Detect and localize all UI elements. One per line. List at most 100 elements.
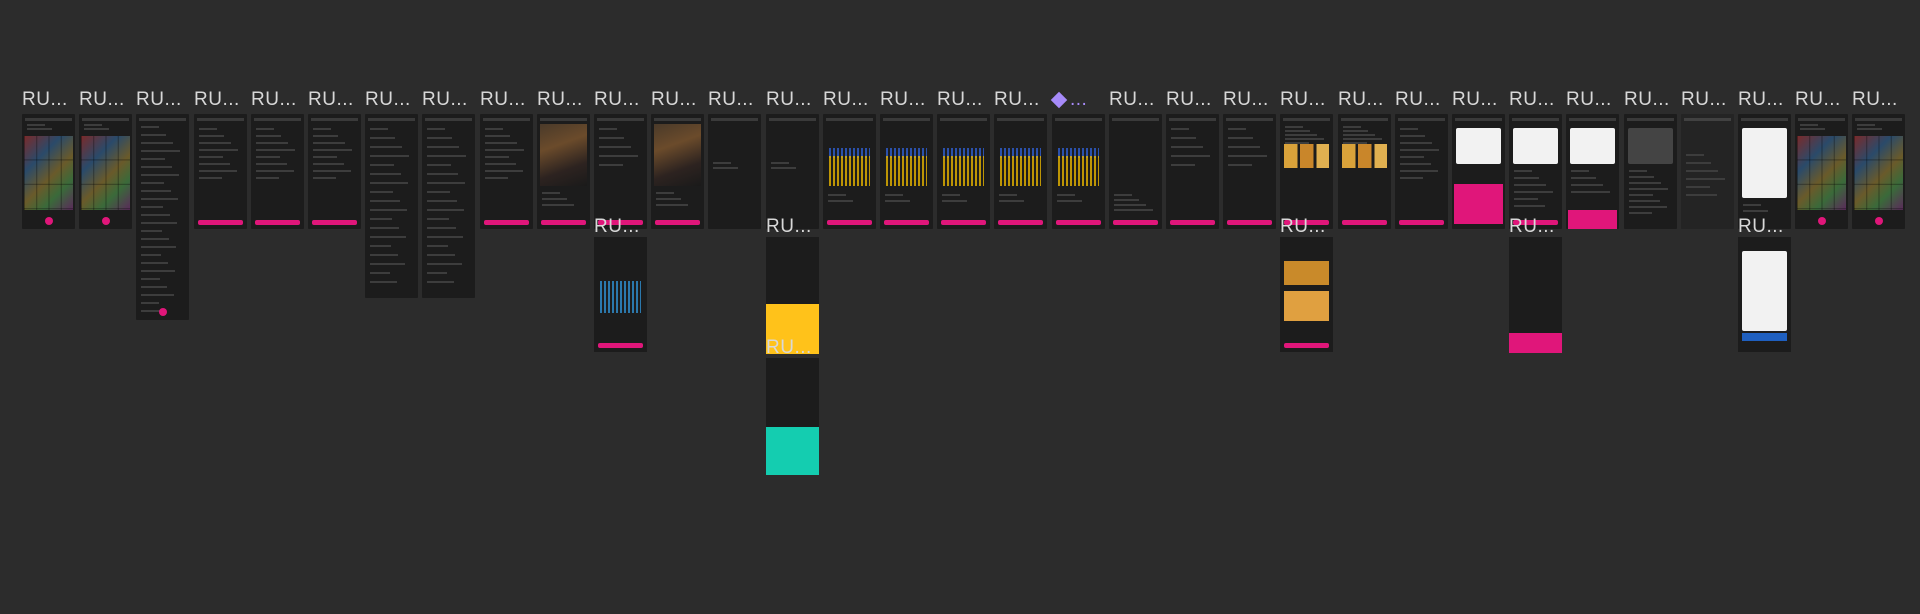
frame-label[interactable]: RU... [194, 90, 240, 110]
app-screen-frame[interactable] [194, 114, 247, 229]
frame-label[interactable]: RU... [1852, 90, 1898, 110]
screen-header [1627, 118, 1674, 121]
text-line [256, 128, 274, 130]
text-line [141, 174, 179, 176]
frame-label[interactable]: RU... [1280, 90, 1326, 110]
app-screen-frame[interactable] [1738, 114, 1791, 229]
app-screen-frame[interactable] [823, 114, 876, 229]
app-screen-frame[interactable] [1280, 237, 1333, 352]
frame-label[interactable]: RU... [1509, 217, 1555, 237]
frame-label[interactable]: RU... [1738, 90, 1784, 110]
app-screen-frame[interactable] [1566, 114, 1619, 229]
frame-label[interactable]: RU... [1395, 90, 1441, 110]
text-line [427, 128, 445, 130]
app-screen-frame[interactable] [1395, 114, 1448, 229]
text-line [313, 156, 337, 158]
app-screen-frame[interactable] [1280, 114, 1333, 229]
app-screen-frame[interactable] [651, 114, 704, 229]
frame-label[interactable]: RU... [251, 90, 297, 110]
text-line [370, 209, 407, 211]
app-screen-frame[interactable] [1338, 114, 1391, 229]
app-screen-frame[interactable] [422, 114, 475, 298]
app-screen-frame[interactable] [937, 114, 990, 229]
app-screen-frame[interactable] [79, 114, 132, 229]
app-screen-frame[interactable] [1795, 114, 1848, 229]
app-screen-frame[interactable] [994, 114, 1047, 229]
frame-label[interactable]: RU... [1223, 90, 1269, 110]
text-line [427, 200, 457, 202]
text-line [1686, 178, 1725, 180]
frame-label[interactable]: RU... [594, 217, 640, 237]
frame-label[interactable]: RU... [1624, 90, 1670, 110]
app-screen-frame[interactable] [594, 114, 647, 229]
screen-header [197, 118, 244, 121]
app-screen-frame[interactable] [1681, 114, 1734, 229]
summary-card [1570, 128, 1615, 164]
app-screen-frame[interactable] [594, 237, 647, 352]
text-line [1228, 164, 1252, 166]
app-screen-frame[interactable] [1052, 114, 1105, 229]
text-line [141, 254, 161, 256]
text-line [427, 164, 451, 166]
frame-label[interactable]: RU... [308, 90, 354, 110]
frame-label[interactable]: RU... [1509, 90, 1555, 110]
frame-label[interactable]: RU... [422, 90, 468, 110]
app-screen-frame[interactable] [136, 114, 189, 320]
frame-label[interactable]: RU... [1681, 90, 1727, 110]
app-screen-frame[interactable] [1223, 114, 1276, 229]
app-screen-frame[interactable] [766, 114, 819, 229]
frame-label[interactable]: RU... [823, 90, 869, 110]
app-screen-frame[interactable] [1166, 114, 1219, 229]
frame-label[interactable]: RU... [1280, 217, 1326, 237]
app-screen-frame[interactable] [1852, 114, 1905, 229]
app-screen-frame[interactable] [308, 114, 361, 229]
text-line [370, 155, 409, 157]
seat-map [943, 156, 984, 186]
app-screen-frame[interactable] [1109, 114, 1162, 229]
frame-label[interactable]: RU... [22, 90, 68, 110]
app-screen-frame[interactable] [880, 114, 933, 229]
app-screen-frame[interactable] [537, 114, 590, 229]
frame-label[interactable]: RU... [1166, 90, 1212, 110]
frame-label[interactable]: RU... [365, 90, 411, 110]
frame-label[interactable]: RU... [1452, 90, 1498, 110]
frame-label[interactable]: RU... [1338, 90, 1384, 110]
frame-label[interactable]: RU... [1738, 217, 1784, 237]
text-line [199, 149, 238, 151]
text-line [313, 163, 344, 165]
frame-label[interactable]: RU... [708, 90, 754, 110]
app-screen-frame[interactable] [480, 114, 533, 229]
frame-label[interactable]: RU... [766, 90, 812, 110]
text-line [256, 163, 287, 165]
app-screen-frame[interactable] [1509, 237, 1562, 353]
app-screen-frame[interactable] [1509, 114, 1562, 229]
frame-label[interactable]: RU... [594, 90, 640, 110]
component-icon [1050, 91, 1068, 109]
app-screen-frame[interactable] [365, 114, 418, 298]
text-line [427, 137, 452, 139]
app-screen-frame[interactable] [1452, 114, 1505, 229]
app-screen-frame[interactable] [766, 358, 819, 475]
text-line [1857, 128, 1882, 130]
app-screen-frame[interactable] [1624, 114, 1677, 229]
frame-label[interactable]: RU... [994, 90, 1040, 110]
frame-label[interactable]: ... [1050, 90, 1087, 110]
frame-label[interactable]: RU... [537, 90, 583, 110]
app-screen-frame[interactable] [251, 114, 304, 229]
frame-label[interactable]: RU... [1109, 90, 1155, 110]
frame-label[interactable]: RU... [480, 90, 526, 110]
frame-label[interactable]: RU... [766, 338, 812, 358]
frame-label[interactable]: RU... [937, 90, 983, 110]
frame-label[interactable]: RU... [880, 90, 926, 110]
app-screen-frame[interactable] [1738, 237, 1791, 352]
frame-label[interactable]: RU... [766, 217, 812, 237]
app-screen-frame[interactable] [22, 114, 75, 229]
design-canvas[interactable]: RU... RU... RU... RU... RU... RU... RU... RU...… [0, 0, 1920, 614]
frame-label[interactable]: RU... [1566, 90, 1612, 110]
frame-label[interactable]: RU... [136, 90, 182, 110]
app-screen-frame[interactable] [708, 114, 761, 229]
frame-label[interactable]: RU... [651, 90, 697, 110]
frame-label[interactable]: RU... [1795, 90, 1841, 110]
frame-label[interactable]: RU... [79, 90, 125, 110]
text-line [427, 254, 455, 256]
